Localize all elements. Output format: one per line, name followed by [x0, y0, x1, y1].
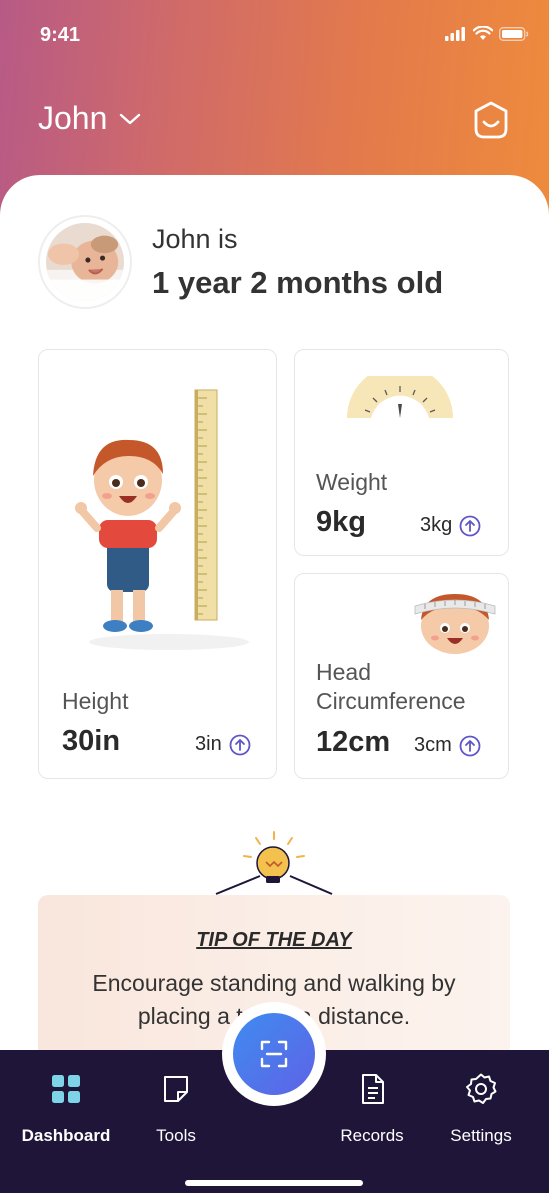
tab-label: Records: [340, 1126, 404, 1145]
baby-photo: [46, 223, 124, 301]
head-change-text: 3cm: [414, 734, 452, 756]
head-change: 3cm: [414, 734, 481, 757]
height-change: 3in: [195, 733, 251, 756]
tab-label: Tools: [156, 1126, 196, 1145]
signal-icon: [445, 26, 465, 41]
height-value: 30in: [62, 725, 121, 757]
child-name: John: [38, 100, 108, 136]
grid-icon: [52, 1075, 80, 1103]
age-prefix: John is: [152, 224, 238, 254]
height-change-text: 3in: [195, 733, 222, 755]
home-indicator: [185, 1180, 363, 1186]
tab-records[interactable]: Records: [330, 1050, 414, 1146]
head-label-line2: Circumference: [316, 688, 466, 714]
lightbulb-icon: [215, 831, 333, 895]
weight-change: 3kg: [420, 514, 481, 537]
arrow-up-icon: [459, 735, 481, 756]
status-icons: [445, 26, 529, 41]
note-icon: [164, 1076, 188, 1102]
tab-settings[interactable]: Settings: [440, 1050, 522, 1146]
battery-icon: [499, 26, 529, 41]
scale-icon: [347, 376, 453, 418]
chevron-down-icon: [120, 113, 141, 124]
weight-label: Weight: [316, 469, 388, 495]
head-measure-icon: [414, 594, 496, 654]
arrow-up-icon: [459, 515, 481, 536]
tip-title: TIP OF THE DAY: [196, 929, 352, 951]
tab-dashboard[interactable]: Dashboard: [20, 1050, 112, 1146]
tab-tools[interactable]: Tools: [136, 1050, 216, 1146]
smile-icon[interactable]: [470, 100, 512, 140]
status-bar: 9:41: [0, 0, 549, 66]
arrow-up-icon: [229, 734, 251, 755]
head-circumference-card[interactable]: Head Circumference 12cm 3cm: [294, 573, 509, 779]
wifi-icon: [473, 26, 493, 40]
child-avatar[interactable]: [38, 215, 132, 309]
weight-card[interactable]: Weight 9kg 3kg: [294, 349, 509, 556]
height-card[interactable]: Height 30in 3in: [38, 349, 277, 779]
tab-label: Dashboard: [21, 1126, 111, 1145]
height-label: Height: [62, 688, 129, 714]
weight-value: 9kg: [316, 506, 366, 538]
tab-label: Settings: [450, 1126, 512, 1145]
weight-change-text: 3kg: [420, 514, 453, 536]
head-value: 12cm: [316, 726, 391, 758]
height-illustration: [75, 389, 249, 650]
status-time: 9:41: [40, 24, 81, 46]
scan-button[interactable]: [233, 1013, 315, 1095]
scan-icon: [260, 1040, 288, 1068]
document-icon: [362, 1074, 384, 1104]
head-label-line1: Head: [316, 659, 371, 685]
gear-icon: [466, 1073, 497, 1104]
child-selector[interactable]: John: [38, 100, 141, 137]
age-value: 1 year 2 months old: [152, 265, 444, 300]
